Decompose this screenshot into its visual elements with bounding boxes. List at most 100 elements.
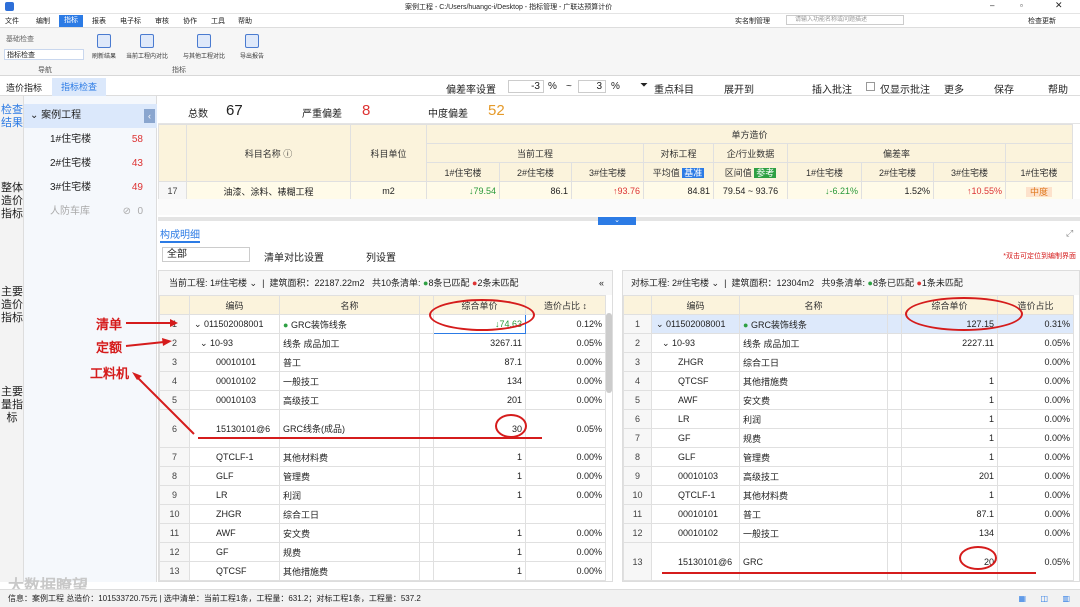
section-title[interactable]: 构成明细 bbox=[160, 226, 200, 243]
tree-item-b3[interactable]: 3#住宅楼 49 bbox=[24, 176, 157, 200]
row-share: 0.00% bbox=[997, 504, 1074, 524]
window-title: 案例工程 - C:/Users/huangc-i/Desktop - 指标管理 … bbox=[405, 4, 613, 11]
table-row[interactable]: 5 AWF 安文费 1 0.00% bbox=[623, 390, 1074, 410]
split-view-icon[interactable]: ◫ bbox=[1040, 590, 1048, 607]
row-price: 3267.11 bbox=[433, 333, 526, 353]
table-row[interactable]: 11 00010101 普工 87.1 0.00% bbox=[623, 504, 1074, 524]
fullscreen-icon[interactable]: ⤢ bbox=[1066, 228, 1073, 239]
table-row[interactable]: 4 QTCSF 其他措施费 1 0.00% bbox=[623, 371, 1074, 391]
realname-button[interactable]: 实名制管理 bbox=[735, 16, 770, 26]
table-row[interactable]: 13 15130101@6 GRC 20 0.05% bbox=[623, 542, 1074, 581]
collapse-left-icon[interactable]: « bbox=[599, 271, 604, 295]
row-price: 201 bbox=[433, 390, 526, 410]
row-number: 3 bbox=[623, 352, 652, 372]
vtab-check-result[interactable]: 检查结果 bbox=[0, 104, 24, 130]
collapse-tree-button[interactable]: ‹ bbox=[144, 109, 155, 123]
table-row[interactable]: 9 00010103 高级技工 201 0.00% bbox=[623, 466, 1074, 486]
maximize-icon[interactable]: ▫ bbox=[1020, 1, 1023, 10]
row-name: 安文费 bbox=[739, 390, 888, 410]
table-row[interactable]: 7 GF 规费 1 0.00% bbox=[623, 428, 1074, 448]
help-button[interactable]: 帮助 bbox=[1048, 81, 1068, 96]
tab-cost-index[interactable]: 造价指标 bbox=[6, 81, 42, 94]
row-name: 规费 bbox=[739, 428, 888, 448]
vtab-main-qty-index[interactable]: 主要量指标 bbox=[0, 386, 24, 425]
table-row[interactable]: 12 00010102 一般技工 134 0.00% bbox=[623, 523, 1074, 543]
tree-item-b2[interactable]: 2#住宅楼 43 bbox=[24, 152, 157, 176]
col-share[interactable]: 造价占比 ↕ bbox=[525, 295, 606, 315]
row-code: AWF bbox=[651, 390, 740, 410]
ribbon-nav-basic[interactable]: 基础检查 bbox=[6, 34, 34, 44]
table-row[interactable]: 2 ⌄ 10-93 线条 成品加工 2227.11 0.05% bbox=[623, 333, 1074, 353]
close-icon[interactable]: ✕ bbox=[1055, 0, 1063, 11]
table-row[interactable]: 6 LR 利润 1 0.00% bbox=[623, 409, 1074, 429]
header-c2: 2#住宅楼 bbox=[861, 162, 934, 182]
menu-index[interactable]: 指标 bbox=[59, 15, 83, 27]
table-row[interactable]: 9 LR 利润 1 0.00% bbox=[159, 485, 606, 505]
menu-ebid[interactable]: 电子标 bbox=[120, 16, 141, 26]
row-price: 1 bbox=[433, 447, 526, 467]
row-price: 1 bbox=[433, 523, 526, 543]
save-button[interactable]: 保存 bbox=[994, 81, 1014, 96]
grid-view-icon[interactable]: ▦ bbox=[1018, 590, 1026, 607]
help-search-input[interactable]: 请输入功能名称或问题描述 bbox=[786, 15, 904, 25]
header-range[interactable]: 区间值 参考 bbox=[713, 162, 788, 182]
row-price: 1 bbox=[901, 485, 998, 505]
menu-help[interactable]: 帮助 bbox=[238, 16, 252, 26]
menu-file[interactable]: 文件 bbox=[5, 16, 19, 26]
tree-root[interactable]: ⌄ 案例工程 bbox=[24, 104, 157, 128]
check-update-button[interactable]: 检查更新 bbox=[1028, 16, 1056, 26]
minimize-icon[interactable]: – bbox=[990, 1, 994, 10]
menu-audit[interactable]: 审核 bbox=[155, 16, 169, 26]
benchmark-project-dropdown[interactable]: 2#住宅楼 bbox=[672, 278, 709, 288]
splitter-toggle-icon[interactable]: ⌄ bbox=[598, 217, 636, 225]
list-compare-setting-button[interactable]: 清单对比设置 bbox=[264, 249, 324, 264]
table-row[interactable]: 8 GLF 管理费 1 0.00% bbox=[623, 447, 1074, 467]
table-row[interactable]: 10 ZHGR 综合工日 bbox=[159, 504, 606, 524]
column-setting-button[interactable]: 列设置 bbox=[366, 249, 396, 264]
compare-current-button[interactable]: 当前工程内对比 bbox=[122, 34, 172, 60]
chevron-down-icon[interactable]: ⌄ bbox=[662, 338, 672, 348]
refresh-button[interactable]: 刷新结果 bbox=[88, 34, 120, 60]
expand-to-dropdown[interactable]: 展开到 bbox=[724, 81, 754, 96]
table-row[interactable]: 13 QTCSF 其他措施费 1 0.00% bbox=[159, 561, 606, 581]
dev-min-input[interactable]: -3 bbox=[508, 80, 544, 93]
layout-view-icon[interactable]: ▥ bbox=[1062, 590, 1070, 607]
header-avg[interactable]: 平均值 基准 bbox=[643, 162, 714, 182]
table-row[interactable]: 7 QTCLF-1 其他材料费 1 0.00% bbox=[159, 447, 606, 467]
menu-report[interactable]: 报表 bbox=[92, 16, 106, 26]
ribbon-nav-index-check[interactable]: 指标检查 bbox=[4, 49, 84, 60]
left-scrollbar[interactable] bbox=[606, 313, 612, 393]
current-project-dropdown[interactable]: 1#住宅楼 bbox=[210, 278, 247, 288]
table-row[interactable]: 8 GLF 管理费 1 0.00% bbox=[159, 466, 606, 486]
key-subject-dropdown[interactable]: 重点科目 bbox=[654, 81, 694, 96]
vtab-main-cost-index[interactable]: 主要造价指标 bbox=[0, 286, 24, 325]
row-number: 10 bbox=[159, 504, 190, 524]
table-row[interactable]: 12 GF 规费 1 0.00% bbox=[159, 542, 606, 562]
tab-index-check[interactable]: 指标检查 bbox=[52, 78, 107, 96]
more-dropdown[interactable]: 更多 bbox=[944, 81, 964, 96]
mid-value: 52 bbox=[488, 102, 505, 119]
table-row[interactable]: 3 ZHGR 综合工日 0.00% bbox=[623, 352, 1074, 372]
row-price bbox=[901, 352, 998, 372]
menu-tools[interactable]: 工具 bbox=[211, 16, 225, 26]
table-row[interactable]: 11 AWF 安文费 1 0.00% bbox=[159, 523, 606, 543]
header-c4: 1#住宅楼 bbox=[1004, 162, 1074, 182]
compare-other-button[interactable]: 与其他工程对比 bbox=[176, 34, 232, 60]
filter-select[interactable]: 全部 bbox=[162, 247, 250, 262]
compare-icon bbox=[140, 34, 154, 48]
tree-item-garage[interactable]: 人防车库 ⊘ 0 bbox=[24, 200, 157, 224]
only-note-checkbox[interactable] bbox=[866, 82, 875, 91]
row-share: 0.00% bbox=[997, 485, 1074, 505]
row-share: 0.00% bbox=[997, 523, 1074, 543]
chevron-down-icon[interactable]: ⌄ bbox=[656, 319, 666, 329]
tree-item-b1[interactable]: 1#住宅楼 58 bbox=[24, 128, 157, 152]
menu-collab[interactable]: 协作 bbox=[183, 16, 197, 26]
dev-max-input[interactable]: 3 bbox=[578, 80, 606, 93]
export-report-button[interactable]: 导出报告 bbox=[234, 34, 270, 60]
chevron-down-icon: ⌄ bbox=[30, 110, 39, 121]
vtab-overall-index[interactable]: 整体造价指标 bbox=[0, 182, 24, 221]
menu-edit[interactable]: 编制 bbox=[36, 16, 50, 26]
table-row[interactable]: 10 QTCLF-1 其他材料费 1 0.00% bbox=[623, 485, 1074, 505]
insert-note-button[interactable]: 插入批注 bbox=[812, 81, 852, 96]
table-row[interactable]: 17 油漆、涂料、裱糊工程 m2 ↓79.54 86.1 ↑93.76 84.81 79.54… bbox=[158, 181, 1074, 201]
